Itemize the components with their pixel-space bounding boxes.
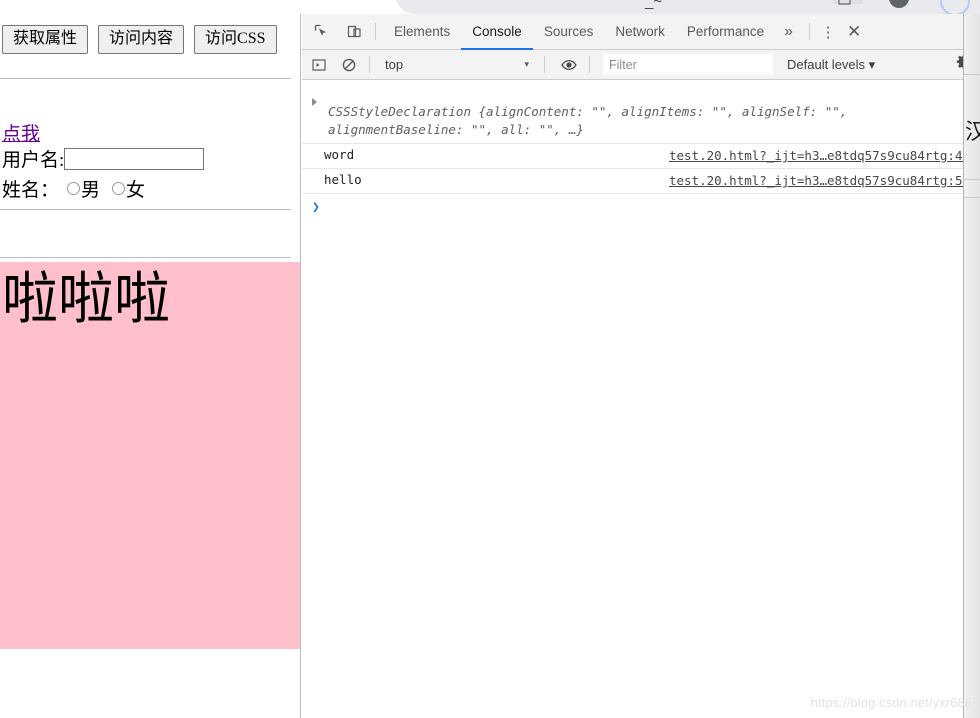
clear-console-icon[interactable] (336, 53, 362, 77)
username-row: 用户名: (2, 145, 205, 172)
console-message-source-link[interactable]: test.20.html?_ijt=h3…e8tdq57s9cu84rtg:47 (669, 148, 970, 163)
gender-option-female[interactable]: 女 (112, 175, 149, 202)
watermark-text: https://blog.csdn.net/yxr686 (810, 696, 972, 710)
toolbar-separator-1 (369, 56, 370, 73)
divider-2 (0, 209, 291, 210)
rendered-page-pane: 获取属性 访问内容 访问CSS 点我 用户名: 姓名： 男 女 啦啦啦 (0, 14, 301, 718)
log-levels-label: Default levels (787, 56, 866, 72)
gender-option-male-label: 男 (81, 180, 101, 201)
gender-label: 姓名： (2, 180, 60, 201)
puzzle-icon[interactable] (838, 0, 852, 6)
toolbar-separator-2 (544, 56, 545, 73)
pink-content-box: 啦啦啦 (0, 262, 300, 649)
username-input[interactable] (64, 147, 205, 170)
chevron-down-icon: ▾ (524, 59, 529, 69)
access-content-button[interactable]: 访问内容 (98, 25, 185, 54)
radio-icon-male[interactable] (67, 182, 81, 195)
tab-console[interactable]: Console (461, 14, 533, 50)
inspect-element-icon[interactable] (307, 18, 335, 46)
execution-context-select[interactable]: top ▾ (377, 53, 537, 77)
console-prompt[interactable]: ❯ (302, 194, 980, 220)
console-message-text: hello (324, 172, 362, 188)
devtools-menu-kebab-icon[interactable]: ⋮ (817, 14, 839, 50)
console-toolbar: top ▾ Default levels ▾ (302, 50, 980, 80)
devtools-tabbar: Elements Console Sources Network Perform… (302, 14, 980, 50)
console-message-row[interactable]: hello test.20.html?_ijt=h3…e8tdq57s9cu84… (302, 169, 980, 195)
right-cut-panel: 汉 (963, 14, 980, 718)
console-message-list[interactable]: test.20.html?_ijt=h3…e8tdq57s9cu84rtg:46… (302, 81, 980, 718)
devtools-panel: Elements Console Sources Network Perform… (302, 14, 980, 718)
gender-row: 姓名： 男 女 (2, 175, 149, 202)
divider-3 (0, 257, 291, 258)
execution-context-value: top (385, 57, 404, 72)
tabbar-separator (375, 23, 376, 40)
console-message-row[interactable]: word test.20.html?_ijt=h3…e8tdq57s9cu84r… (302, 144, 980, 170)
console-message-object[interactable]: test.20.html?_ijt=h3…e8tdq57s9cu84rtg:46… (302, 81, 980, 145)
console-message-text: CSSStyleDeclaration {alignContent: "", a… (328, 104, 848, 138)
log-levels-dropdown[interactable]: Default levels ▾ (787, 57, 875, 73)
prompt-arrow-icon: ❯ (312, 199, 320, 215)
radio-icon-female[interactable] (112, 182, 126, 195)
toolbar-separator-3 (589, 56, 590, 73)
tab-network[interactable]: Network (604, 14, 676, 50)
tab-sources[interactable]: Sources (533, 14, 605, 50)
get-attribute-button[interactable]: 获取属性 (2, 25, 89, 54)
gender-option-female-label: 女 (126, 180, 146, 201)
screenshot-root: _~ ⋮ ⌄ 获取属性 访问内容 访问CSS 点我 用户名: 姓名： 男 (0, 0, 980, 718)
live-expression-eye-icon[interactable] (556, 53, 582, 77)
tab-performance[interactable]: Performance (676, 14, 775, 50)
right-panel-glyph: 汉 (965, 114, 980, 146)
console-message-text: word (324, 147, 355, 163)
console-message-source-link[interactable]: test.20.html?_ijt=h3…e8tdq57s9cu84rtg:55 (669, 173, 970, 188)
username-label: 用户名: (2, 150, 65, 171)
divider-1 (0, 78, 291, 79)
gender-option-male[interactable]: 男 (67, 175, 104, 202)
omnibox-text: _~ (645, 0, 663, 10)
access-css-button[interactable]: 访问CSS (194, 25, 277, 54)
click-me-link[interactable]: 点我 (2, 119, 40, 146)
close-devtools-icon[interactable]: ✕ (839, 14, 869, 50)
tab-elements[interactable]: Elements (383, 14, 461, 50)
expand-triangle-icon[interactable] (312, 98, 317, 106)
more-tabs-icon[interactable]: » (775, 14, 802, 50)
page-button-row: 获取属性 访问内容 访问CSS (2, 25, 283, 54)
browser-chrome-strip: _~ ⋮ ⌄ (0, 0, 980, 31)
console-sidebar-icon[interactable] (306, 53, 332, 77)
device-toolbar-icon[interactable] (340, 18, 368, 46)
tabbar-separator-2 (809, 23, 811, 40)
pink-box-text: 啦啦啦 (2, 269, 170, 331)
console-filter-input[interactable] (603, 54, 773, 75)
chevron-down-icon: ▾ (868, 56, 876, 72)
